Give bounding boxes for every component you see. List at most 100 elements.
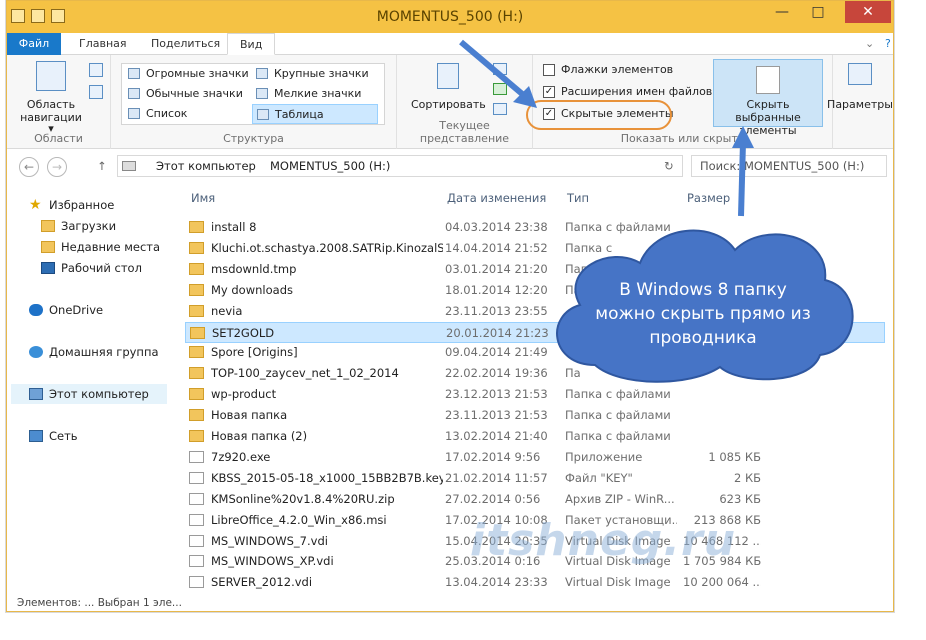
table-row[interactable]: KMSonline%20v1.8.4%20RU.zip 27.02.2014 0:… xyxy=(185,489,885,510)
downloads-icon xyxy=(41,220,55,232)
file-name: Kluchi.ot.schastya.2008.SATRip.KinozalSA… xyxy=(211,240,443,255)
window-title: MOMENTUS_500 (H:) xyxy=(376,9,524,25)
folder-icon xyxy=(189,262,204,275)
file-date: 17.02.2014 9:56 xyxy=(445,449,541,464)
back-button[interactable]: ← xyxy=(19,157,39,177)
help-button[interactable]: ? xyxy=(873,33,903,55)
layout-medium-icons[interactable]: Обычные значки xyxy=(124,84,250,104)
column-size[interactable]: Размер xyxy=(687,191,730,205)
sidebar-item-network[interactable]: Сеть xyxy=(27,426,78,446)
breadcrumb-drive[interactable]: MOMENTUS_500 (H:) xyxy=(270,156,390,176)
layout-large-icons[interactable]: Крупные значки xyxy=(252,64,378,84)
sidebar-item-favorites[interactable]: ★ Избранное xyxy=(27,195,114,215)
cloud-icon xyxy=(29,304,43,316)
table-row[interactable]: wp-product 23.12.2013 21:53 Папка с файлам… xyxy=(185,384,885,405)
file-icon xyxy=(189,450,204,463)
column-date[interactable]: Дата изменения xyxy=(447,191,546,205)
details-pane-icon[interactable] xyxy=(89,85,103,99)
tab-home[interactable]: Главная xyxy=(67,33,139,55)
address-bar[interactable]: Этот компьютер MOMENTUS_500 (H:) ↻ xyxy=(117,155,683,177)
table-row[interactable]: 7z920.exe 17.02.2014 9:56 Приложение 1 085 … xyxy=(185,447,885,468)
sidebar-item-homegroup[interactable]: Домашняя группа xyxy=(27,342,159,362)
file-name: wp-product xyxy=(211,387,277,402)
breadcrumb-computer[interactable]: Этот компьютер xyxy=(156,156,256,176)
file-icon xyxy=(189,576,204,589)
file-date: 21.02.2014 11:57 xyxy=(445,470,548,485)
minimize-button[interactable]: — xyxy=(767,1,797,23)
up-button[interactable]: ↑ xyxy=(97,159,107,173)
hide-selected-items-button[interactable]: Скрыть выбранные элементы xyxy=(713,59,823,137)
search-input[interactable]: Поиск: MOMENTUS_500 (H:) xyxy=(691,155,887,177)
table-row[interactable]: KBSS_2015-05-18_x1000_15BB2B7B.key 21.02.… xyxy=(185,468,885,489)
sidebar-item-this-pc[interactable]: Этот компьютер xyxy=(11,384,167,404)
watermark-logo: itshneg.ru xyxy=(470,515,737,566)
table-row[interactable]: Новая папка 23.11.2013 21:53 Папка с файла… xyxy=(185,405,885,426)
file-date: 23.11.2013 21:53 xyxy=(445,408,548,423)
group-areas: Область навигации ▾ Области xyxy=(7,55,111,149)
file-name: 7z920.exe xyxy=(211,449,271,464)
arrow-to-hidden-items xyxy=(459,39,537,108)
ribbon-tabs: Файл Главная Поделиться Вид ⌄ ? xyxy=(7,33,893,55)
tab-file[interactable]: Файл xyxy=(7,33,61,55)
file-name: My downloads xyxy=(211,282,293,297)
arrow-to-hide-selected xyxy=(732,126,754,217)
status-bar: Элементов: ... Выбран 1 эле... xyxy=(17,597,182,609)
layout-details[interactable]: Таблица xyxy=(252,104,378,124)
file-type: Папка с файлами xyxy=(565,429,671,443)
maximize-button[interactable]: □ xyxy=(803,1,833,23)
file-date: 23.12.2013 21:53 xyxy=(445,387,548,402)
group-structure: Огромные значки Крупные значки Обычные з… xyxy=(111,55,397,149)
file-type: Папка с файлами xyxy=(565,408,671,423)
file-name: msdownld.tmp xyxy=(211,261,297,276)
file-type: Приложение xyxy=(565,449,643,464)
address-row: ← → ↑ Этот компьютер MOMENTUS_500 (H:) ↻… xyxy=(7,151,893,181)
folder-icon xyxy=(190,326,205,339)
options-icon xyxy=(848,63,872,85)
file-name: Новая папка (2) xyxy=(211,429,308,443)
sidebar-item-onedrive[interactable]: OneDrive xyxy=(27,300,103,320)
refresh-button[interactable]: ↻ xyxy=(664,156,674,176)
large-icons-icon xyxy=(256,68,268,79)
file-date: 27.02.2014 0:56 xyxy=(445,491,541,506)
file-name: MS_WINDOWS_XP.vdi xyxy=(211,554,334,569)
table-row[interactable]: Новая папка (2) 13.02.2014 21:40 Папка с ф… xyxy=(185,426,885,447)
file-name: LibreOffice_4.2.0_Win_x86.msi xyxy=(211,512,387,527)
folder-icon xyxy=(189,304,204,317)
file-extensions-toggle[interactable]: ✓ Расширения имен файлов xyxy=(541,83,712,101)
drive-icon xyxy=(122,161,136,171)
layout-extra-large-icons[interactable]: Огромные значки xyxy=(124,64,250,84)
tab-view[interactable]: Вид xyxy=(227,33,276,55)
table-row[interactable]: SERVER_2012.vdi 13.04.2014 23:33 Virtual D… xyxy=(185,572,885,593)
sidebar-item-recent[interactable]: Недавние места xyxy=(39,237,160,257)
recent-icon xyxy=(41,241,55,253)
options-button[interactable]: Параметры xyxy=(827,63,893,111)
item-checkboxes-toggle[interactable]: Флажки элементов xyxy=(541,61,673,79)
file-type: Файл "KEY" xyxy=(565,470,633,485)
group-label-areas: Области xyxy=(34,132,83,145)
file-size: 2 КБ xyxy=(733,470,761,485)
file-icon xyxy=(189,471,204,484)
preview-pane-icon[interactable] xyxy=(89,63,103,77)
layout-list[interactable]: Список xyxy=(124,104,250,124)
tab-share[interactable]: Поделиться xyxy=(139,33,232,55)
navigation-pane-button[interactable]: Область навигации ▾ xyxy=(15,61,87,134)
close-button[interactable]: ✕ xyxy=(845,1,891,23)
sidebar-item-downloads[interactable]: Загрузки xyxy=(39,216,116,236)
folder-icon xyxy=(189,430,204,442)
folder-icon xyxy=(189,283,204,296)
layout-small-icons[interactable]: Мелкие значки xyxy=(252,84,378,104)
column-type[interactable]: Тип xyxy=(567,191,589,205)
layout-gallery: Огромные значки Крупные значки Обычные з… xyxy=(121,63,385,125)
column-name[interactable]: Имя xyxy=(191,191,215,205)
folder-icon xyxy=(189,367,204,380)
file-icon xyxy=(189,492,204,505)
navigation-pane: ★ Избранное Загрузки Недавние места Рабоч… xyxy=(7,181,169,601)
sidebar-item-desktop[interactable]: Рабочий стол xyxy=(39,258,142,278)
file-name: Spore [Origins] xyxy=(211,345,298,360)
file-name: install 8 xyxy=(211,220,257,234)
hidden-items-highlight-ring xyxy=(526,100,672,130)
ribbon: Область навигации ▾ Области Огромные зна… xyxy=(7,55,893,149)
forward-button[interactable]: → xyxy=(47,157,67,177)
callout-text: В Windows 8 папку можно скрыть прямо из … xyxy=(595,280,811,348)
file-name: MS_WINDOWS_7.vdi xyxy=(211,533,328,548)
